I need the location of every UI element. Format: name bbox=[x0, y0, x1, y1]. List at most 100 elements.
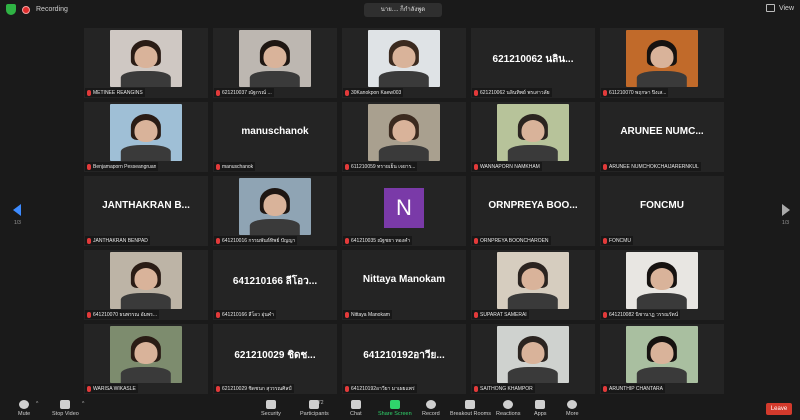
participant-name: WARISA WIKASLE bbox=[93, 385, 136, 392]
previous-page-arrow-icon[interactable] bbox=[13, 204, 21, 216]
video-face bbox=[263, 45, 287, 68]
participant-tile[interactable]: 641210192อาวีย... 641210192อาวียา มาเผยแพ… bbox=[342, 324, 466, 394]
participant-tile[interactable]: 611210059 ทรายเย็น เจยาร... bbox=[342, 102, 466, 172]
apps-icon bbox=[535, 400, 546, 409]
participant-tile[interactable]: WARISA WIKASLE bbox=[84, 324, 208, 394]
stop-video-button[interactable]: Stop Video bbox=[52, 400, 79, 417]
participant-tile[interactable]: 30Kanokpon Kaew003 bbox=[342, 28, 466, 98]
participant-tile[interactable]: 641210070 ธนพรรณ อัมพร... bbox=[84, 250, 208, 320]
participant-tile[interactable]: 641210082 นิชานาฏ วรรณรัตน์ bbox=[600, 250, 724, 320]
chat-bubble-icon bbox=[350, 400, 361, 409]
participant-nameplate: FONCMU bbox=[601, 236, 633, 245]
participant-nameplate: manuschanok bbox=[214, 162, 256, 171]
more-label: More bbox=[566, 411, 579, 417]
chevron-up-icon[interactable]: ^ bbox=[82, 401, 84, 407]
participant-tile[interactable]: N 641210035 ณัฐชยา ทองคำ bbox=[342, 176, 466, 246]
muted-microphone-icon bbox=[474, 89, 478, 96]
emoji-icon bbox=[503, 400, 514, 409]
participant-tile[interactable]: 621210029 ชิดช... 621210029 ชิดชนก สุวรรณ… bbox=[213, 324, 337, 394]
view-button[interactable]: View bbox=[765, 4, 794, 12]
participant-display-name: 641210192อาวีย... bbox=[363, 350, 445, 361]
participant-tile[interactable]: JANTHAKRAN B... JANTHAKRAN BENPAD bbox=[84, 176, 208, 246]
participant-tile[interactable]: ARUNEE NUMC... ARUNEE NUMCHOKCHAIJARERNKU… bbox=[600, 102, 724, 172]
participant-nameplate: 641210035 ณัฐชยา ทองคำ bbox=[343, 236, 413, 245]
participant-tile[interactable]: FONCMU FONCMU bbox=[600, 176, 724, 246]
participant-nameplate: ARUNEE NUMCHOKCHAIJARERNKUL bbox=[601, 162, 701, 171]
participants-count: 72 bbox=[318, 400, 324, 406]
video-body bbox=[120, 293, 172, 309]
shield-icon bbox=[265, 400, 276, 409]
share-screen-label: Share Screen bbox=[378, 411, 412, 417]
participant-video bbox=[626, 326, 698, 383]
muted-microphone-icon bbox=[87, 237, 91, 244]
muted-microphone-icon bbox=[474, 163, 478, 170]
next-page-arrow-icon[interactable] bbox=[782, 204, 790, 216]
active-speaker-banner: นาย.... ก็กำลังพูด bbox=[364, 3, 442, 17]
participant-tile[interactable]: Nittaya Manokam Nittaya Manokam bbox=[342, 250, 466, 320]
participant-name: JANTHAKRAN BENPAD bbox=[93, 237, 148, 244]
participant-name: Benjamaporn Pesseangruan bbox=[93, 163, 157, 170]
record-icon bbox=[425, 400, 436, 409]
chevron-up-icon[interactable]: ^ bbox=[36, 401, 38, 407]
muted-microphone-icon bbox=[216, 311, 220, 318]
muted-microphone-icon bbox=[216, 163, 220, 170]
participant-video bbox=[626, 30, 698, 87]
participant-tile[interactable]: SUPARAT SAMERAI bbox=[471, 250, 595, 320]
participant-tile[interactable]: 641210016 กรรมพันธ์ทิพย์ ปัญญา bbox=[213, 176, 337, 246]
participants-button[interactable]: Participants 72 bbox=[300, 400, 329, 417]
leave-button[interactable]: Leave bbox=[766, 403, 792, 415]
apps-label: Apps bbox=[534, 411, 547, 417]
participant-video bbox=[239, 178, 311, 235]
participant-tile[interactable]: SAITHONG KHAMPOR bbox=[471, 324, 595, 394]
video-face bbox=[521, 341, 545, 364]
participant-nameplate: 30Kanokpon Kaew003 bbox=[343, 88, 404, 97]
participant-tile[interactable]: manuschanok manuschanok bbox=[213, 102, 337, 172]
participant-video bbox=[368, 104, 440, 161]
mute-button[interactable]: Mute bbox=[18, 400, 30, 417]
muted-microphone-icon bbox=[87, 163, 91, 170]
video-face bbox=[392, 45, 416, 68]
muted-microphone-icon bbox=[603, 237, 607, 244]
participant-name: Nittaya Manokam bbox=[351, 311, 390, 318]
participant-name: manuschanok bbox=[222, 163, 254, 170]
reactions-button[interactable]: Reactions bbox=[496, 400, 520, 417]
participant-tile[interactable]: 641210166 ลีโอว... 641210166 ลีโอว อุ่นคำ bbox=[213, 250, 337, 320]
participant-tile[interactable]: Benjamaporn Pesseangruan bbox=[84, 102, 208, 172]
shield-icon[interactable] bbox=[6, 4, 16, 15]
apps-button[interactable]: Apps bbox=[534, 400, 547, 417]
participant-nameplate: SAITHONG KHAMPOR bbox=[472, 384, 535, 393]
participant-video bbox=[110, 30, 182, 87]
participant-nameplate: 611210059 ทรายเย็น เจยาร... bbox=[343, 162, 418, 171]
participant-tile[interactable]: METINEE REANGINS bbox=[84, 28, 208, 98]
chat-button[interactable]: Chat bbox=[350, 400, 362, 417]
participant-name: 30Kanokpon Kaew003 bbox=[351, 89, 402, 96]
recording-label: Recording bbox=[36, 6, 68, 13]
participant-display-name: Nittaya Manokam bbox=[362, 274, 446, 285]
participant-nameplate: WARISA WIKASLE bbox=[85, 384, 138, 393]
security-button[interactable]: Security bbox=[261, 400, 281, 417]
participant-nameplate: 621210037 ณัฐกรณ์ ... bbox=[214, 88, 274, 97]
breakout-rooms-button[interactable]: Breakout Rooms bbox=[450, 400, 491, 417]
participant-name: WANNAPORN NAMKHAM bbox=[480, 163, 540, 170]
participant-tile[interactable]: 611210070 พฤกษา ปิงเส... bbox=[600, 28, 724, 98]
video-face bbox=[521, 119, 545, 142]
participant-tile[interactable]: ARUNTHIP CHANTARA bbox=[600, 324, 724, 394]
page-indicator-left: 1/3 bbox=[14, 220, 21, 226]
video-body bbox=[507, 145, 559, 161]
participant-name: SAITHONG KHAMPOR bbox=[480, 385, 533, 392]
record-button[interactable]: Record bbox=[422, 400, 440, 417]
chat-label: Chat bbox=[350, 411, 362, 417]
video-face bbox=[650, 267, 674, 290]
video-camera-icon bbox=[60, 400, 71, 409]
participant-display-name: FONCMU bbox=[640, 200, 684, 211]
participant-nameplate: JANTHAKRAN BENPAD bbox=[85, 236, 150, 245]
participant-tile[interactable]: 621210037 ณัฐกรณ์ ... bbox=[213, 28, 337, 98]
share-screen-button[interactable]: Share Screen bbox=[378, 400, 412, 417]
more-button[interactable]: More bbox=[566, 400, 579, 417]
record-label: Record bbox=[422, 411, 440, 417]
participant-tile[interactable]: ORNPREYA BOO... ORNPREYA BOONCHAROEN bbox=[471, 176, 595, 246]
participant-tile[interactable]: 621210062 นลิน... 621210062 นลินทิพย์ พรเ… bbox=[471, 28, 595, 98]
video-face bbox=[134, 119, 158, 142]
participant-tile[interactable]: WANNAPORN NAMKHAM bbox=[471, 102, 595, 172]
participant-name: 641210035 ณัฐชยา ทองคำ bbox=[351, 237, 411, 244]
